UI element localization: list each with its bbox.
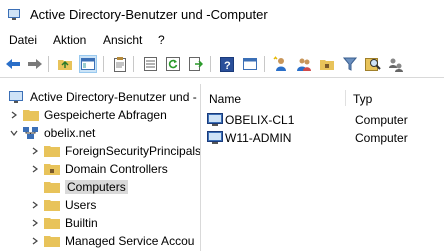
toolbar-separator [264,56,265,72]
ou-folder-icon [44,164,60,175]
tree-item-label: ForeignSecurityPrincipals [65,144,201,158]
column-header-type[interactable]: Typ [353,92,372,106]
show-console-tree-button[interactable] [79,55,97,73]
tree-item-label: Users [65,198,97,212]
find-button[interactable] [364,55,382,73]
tree-root-label: Active Directory-Benutzer und - [30,90,197,104]
tree-item-saved-queries[interactable]: Gespeicherte Abfragen [9,106,167,124]
tree-item-domain-controllers[interactable]: Domain Controllers [30,160,168,178]
toolbar-separator [103,56,104,72]
arrow-right-icon [28,59,42,69]
back-button[interactable] [4,55,22,73]
domain-icon [23,127,38,139]
clipboard-icon [114,56,126,72]
computer-icon [207,113,223,126]
row-name: OBELIX-CL1 [225,113,295,127]
menu-file[interactable]: Datei [9,33,37,47]
add-to-group-button[interactable] [387,55,405,73]
tree-item-label: Gespeicherte Abfragen [44,108,167,122]
folder-icon [44,200,60,211]
console-tree-icon [81,58,95,70]
folder-icon [44,218,60,229]
refresh-icon [166,57,180,71]
export-list-button[interactable] [187,55,205,73]
add-to-group-icon [389,58,403,72]
toolbar-separator [48,56,49,72]
properties-button[interactable] [111,55,129,73]
results-pane: Name Typ OBELIX-CL1 Computer W11-ADMIN C… [202,84,444,251]
tree-item-foreign-security-principals[interactable]: ForeignSecurityPrincipals [30,142,201,160]
up-button[interactable] [56,55,74,73]
new-ou-icon [320,60,334,70]
help-button[interactable]: ? [218,55,236,73]
forward-button[interactable] [26,55,44,73]
tree-item-managed-service-accounts[interactable]: Managed Service Accou [30,232,194,250]
new-user-button[interactable] [272,55,290,73]
title-bar: Active Directory-Benutzer und -Computer [0,0,444,30]
filter-button[interactable] [341,55,359,73]
tree-item-builtin[interactable]: Builtin [30,214,98,232]
toolbar-separator [210,56,211,72]
column-divider[interactable] [345,90,346,106]
arrow-left-icon [6,59,20,69]
chevron-right-icon[interactable] [30,200,40,210]
folder-icon [44,146,60,157]
folder-icon [23,110,39,121]
tree-item-label: Computers [65,180,128,194]
pane-icon [243,58,257,70]
menu-help[interactable]: ? [158,33,165,47]
ad-root-icon [9,91,23,103]
chevron-right-icon[interactable] [30,164,40,174]
tree-root[interactable]: Active Directory-Benutzer und - [9,88,197,106]
toolbar-separator [133,56,134,72]
action-pane-button[interactable] [241,55,259,73]
table-row[interactable]: OBELIX-CL1 Computer [207,111,408,129]
window-title: Active Directory-Benutzer und -Computer [30,7,268,22]
tree-item-label: Domain Controllers [65,162,168,176]
chevron-right-icon[interactable] [9,110,19,120]
app-icon [8,9,20,20]
chevron-right-icon[interactable] [30,146,40,156]
tree-item-label: Managed Service Accou [65,234,195,248]
new-user-icon [273,56,286,71]
svg-text:?: ? [224,60,231,72]
tree-item-label: obelix.net [44,126,96,140]
tree-item-label: Builtin [65,216,98,230]
chevron-right-icon[interactable] [30,218,40,228]
new-ou-button[interactable] [318,55,336,73]
table-row[interactable]: W11-ADMIN Computer [207,129,408,147]
refresh-button[interactable] [164,55,182,73]
help-icon: ? [220,56,234,72]
column-header-name[interactable]: Name [209,92,241,106]
chevron-down-icon[interactable] [9,128,19,138]
row-name: W11-ADMIN [225,131,292,145]
tree-item-domain[interactable]: obelix.net [9,124,95,142]
menu-view[interactable]: Ansicht [103,33,142,47]
filter-icon [343,57,357,71]
list-view-button[interactable] [141,55,159,73]
row-type: Computer [355,131,408,145]
menu-action[interactable]: Aktion [53,33,86,47]
new-group-icon [297,58,311,71]
export-icon [189,57,203,71]
row-type: Computer [355,113,408,127]
toolbar: ? [0,51,444,78]
folder-icon [44,182,60,193]
tree-item-users[interactable]: Users [30,196,96,214]
new-group-button[interactable] [295,55,313,73]
console-tree: Active Directory-Benutzer und - Gespeich… [0,84,201,251]
find-icon [365,58,381,71]
tree-item-computers[interactable]: Computers [30,178,128,196]
chevron-right-icon[interactable] [30,236,40,246]
folder-icon [44,236,60,247]
computer-icon [207,131,223,144]
list-icon [143,57,157,71]
folder-up-icon [58,60,72,70]
menu-bar: Datei Aktion Ansicht ? [0,30,444,50]
